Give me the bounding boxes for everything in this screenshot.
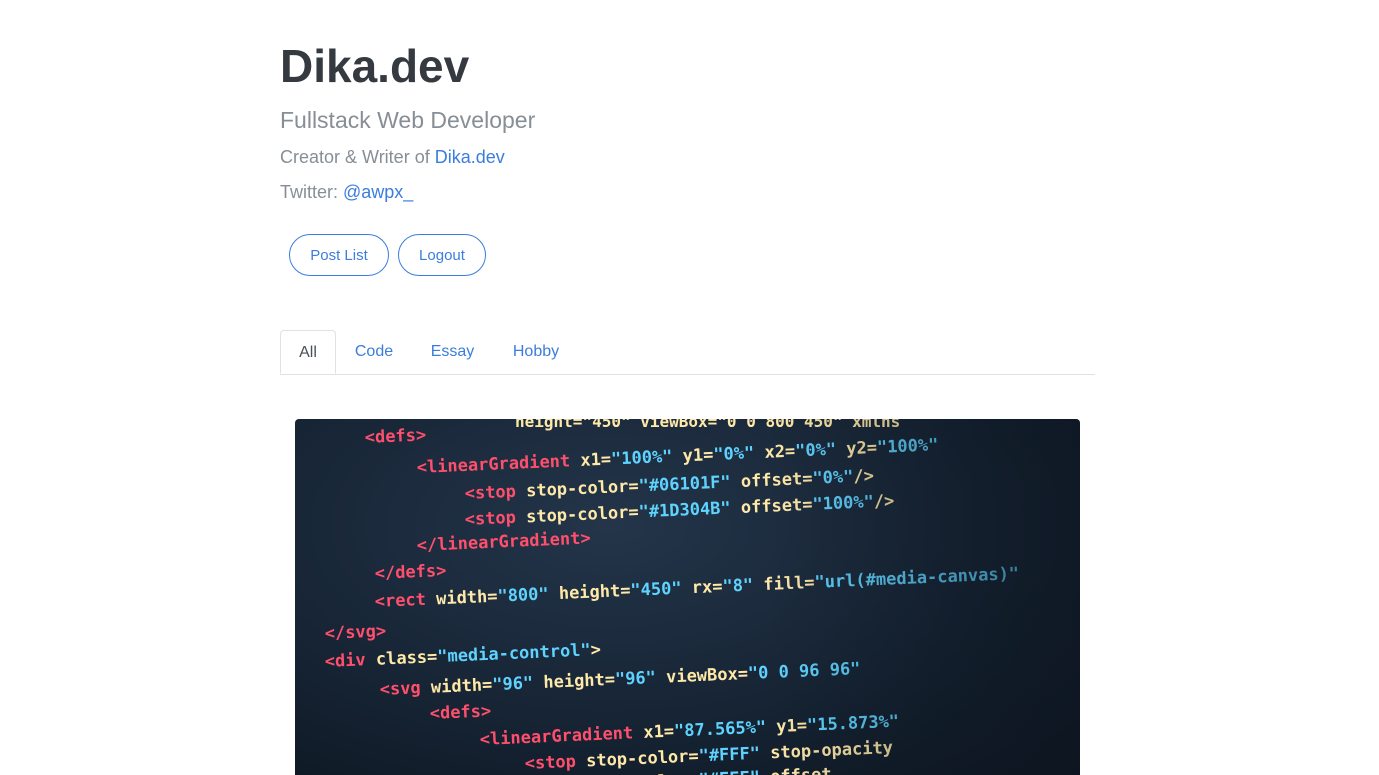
twitter-line: Twitter: @awpx_ xyxy=(280,181,413,203)
post-list-button[interactable]: Post List xyxy=(289,234,389,276)
creator-prefix: Creator & Writer of xyxy=(280,147,435,167)
tab-all[interactable]: All xyxy=(280,330,336,374)
tab-code[interactable]: Code xyxy=(336,330,412,374)
site-subtitle: Fullstack Web Developer xyxy=(280,107,536,133)
creator-link[interactable]: Dika.dev xyxy=(435,147,505,167)
twitter-prefix: Twitter: xyxy=(280,182,344,202)
creator-line: Creator & Writer of Dika.dev xyxy=(280,146,505,168)
logout-button[interactable]: Logout xyxy=(398,234,486,276)
category-tabs: All Code Essay Hobby xyxy=(280,330,1095,375)
twitter-link[interactable]: @awpx_ xyxy=(343,182,413,202)
site-title: Dika.dev xyxy=(280,40,470,92)
code-screenshot-image: height="450" viewBox="0 0 800 450" xmlns… xyxy=(295,419,1080,775)
post-cover-image[interactable]: height="450" viewBox="0 0 800 450" xmlns… xyxy=(295,419,1080,775)
tab-hobby[interactable]: Hobby xyxy=(493,330,579,374)
tab-essay[interactable]: Essay xyxy=(412,330,493,374)
